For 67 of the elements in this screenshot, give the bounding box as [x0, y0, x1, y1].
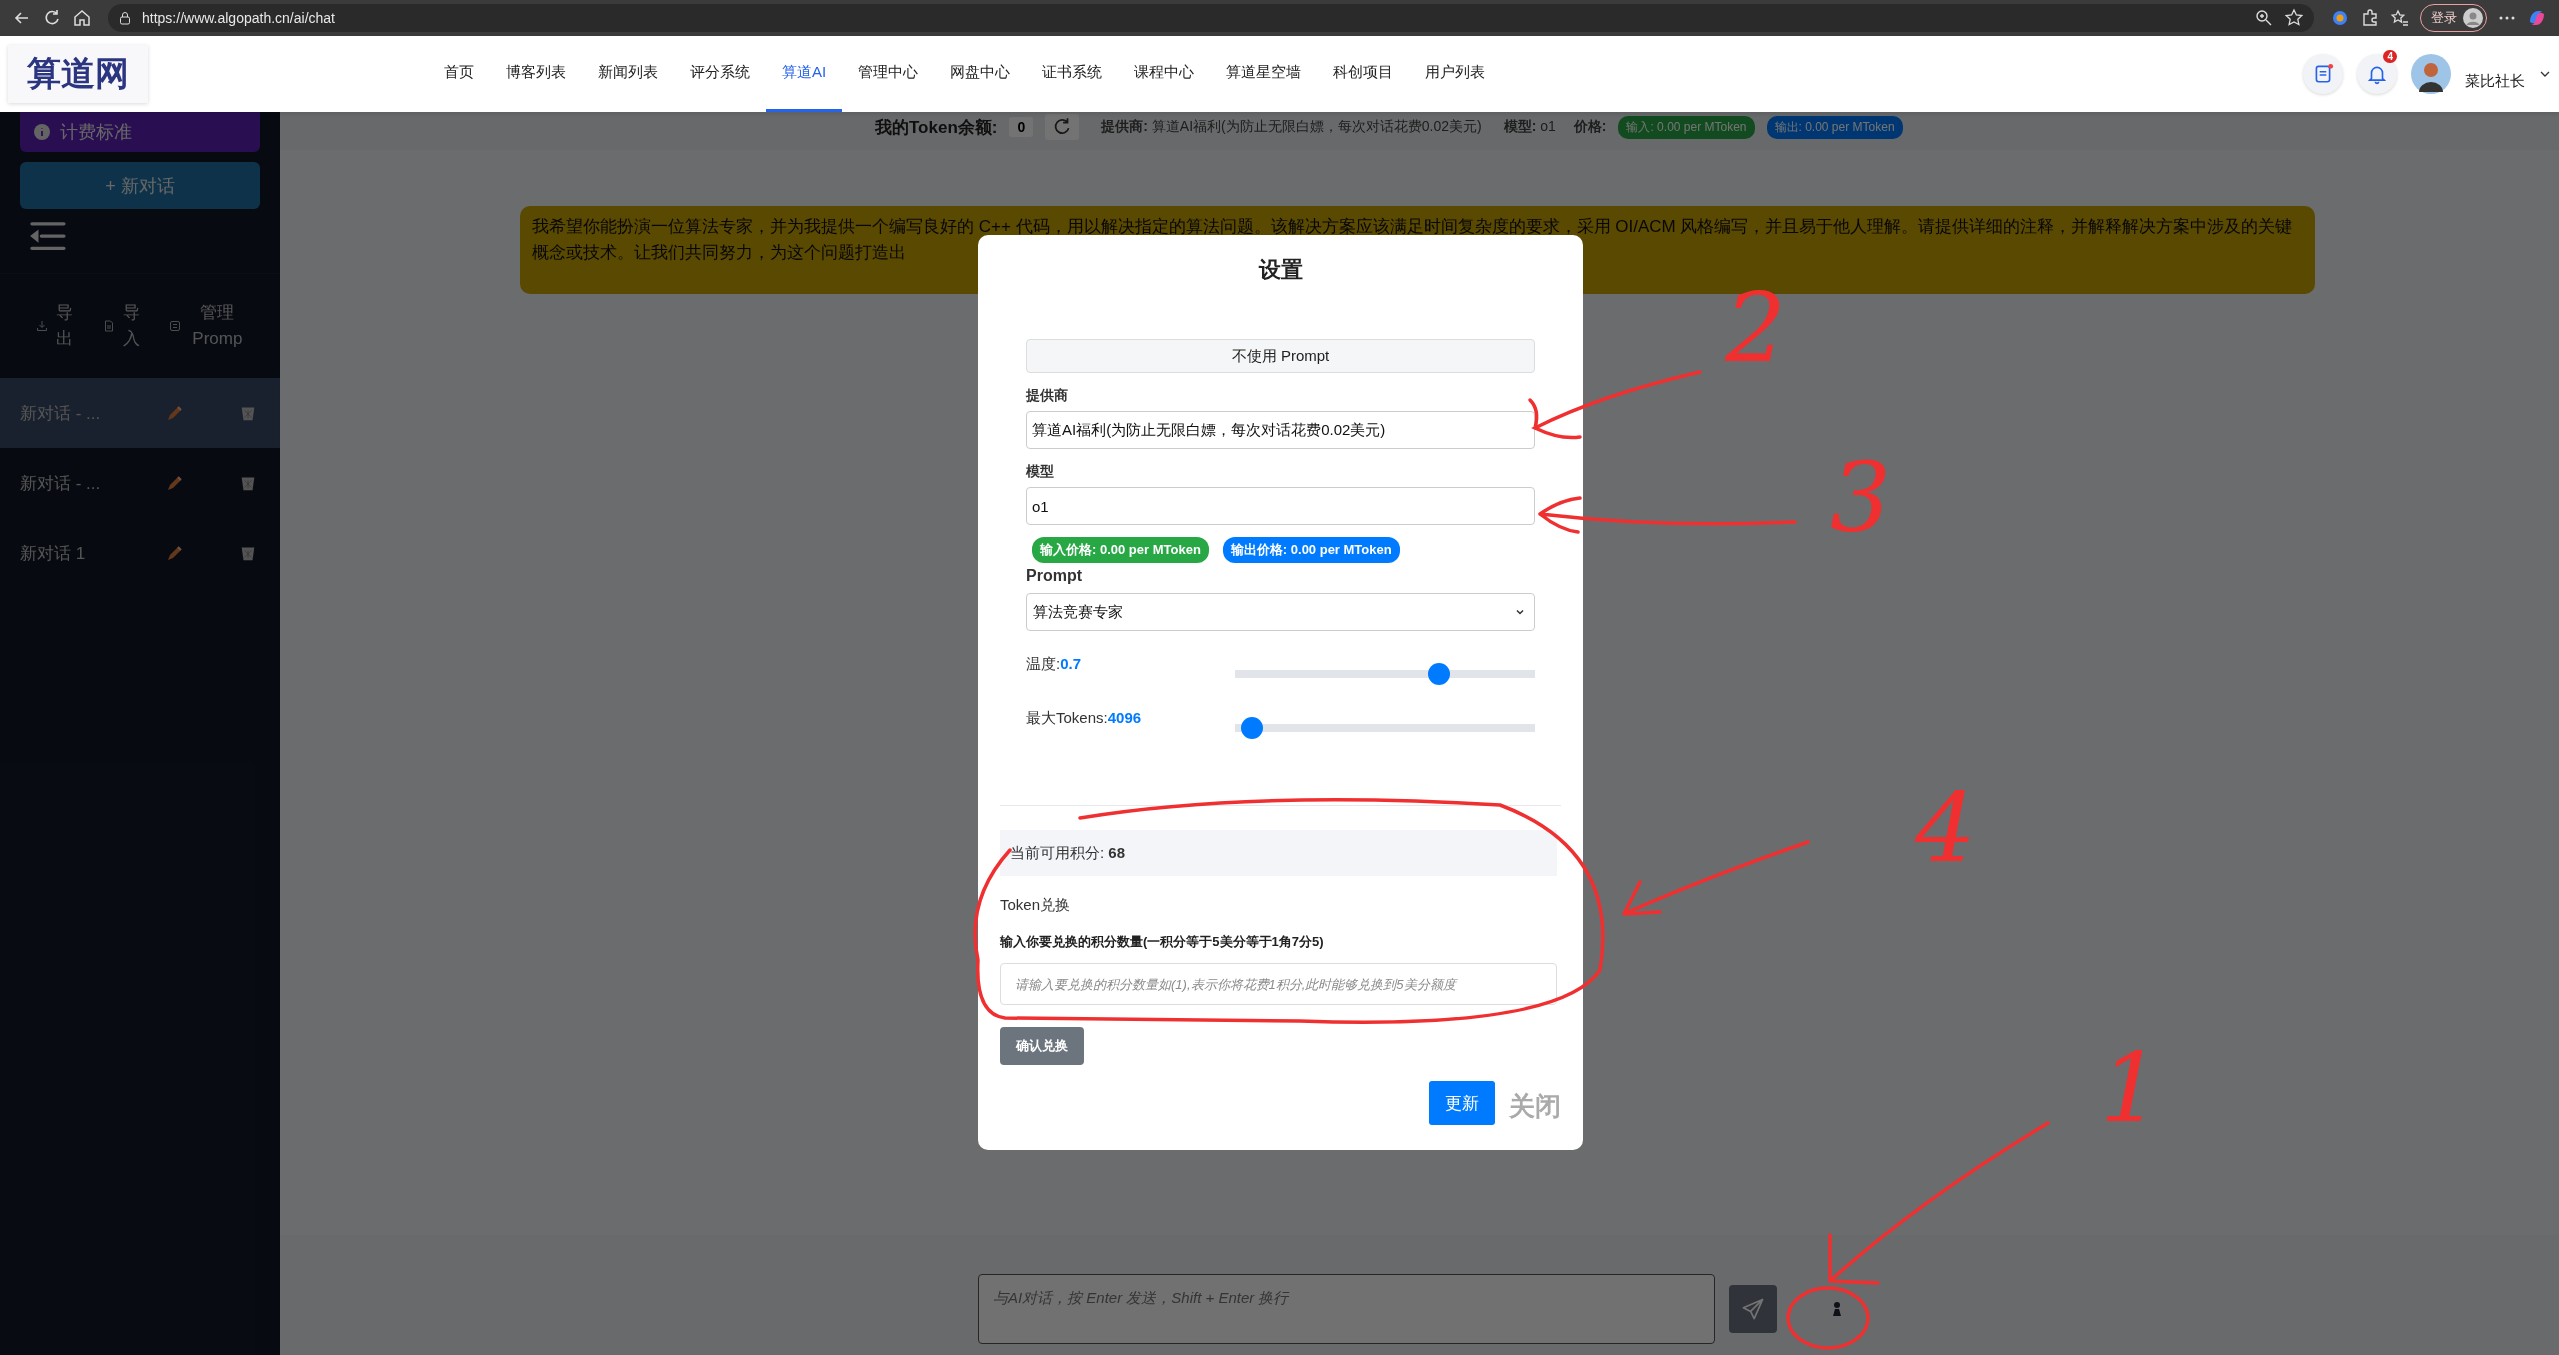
confirm-exchange-button[interactable]: 确认兑换 [1000, 1027, 1084, 1065]
slider-thumb[interactable] [1428, 663, 1450, 685]
copilot-icon[interactable] [2527, 8, 2547, 28]
user-avatar[interactable] [2411, 54, 2451, 94]
annotation-number: 1 [2100, 1040, 2162, 1136]
nav-tab[interactable]: 用户列表 [1409, 36, 1502, 112]
refresh-icon[interactable] [1045, 114, 1080, 140]
nav-tab[interactable]: 科创项目 [1317, 36, 1410, 112]
field-label: 提供商 [1026, 387, 1068, 405]
favorites-icon[interactable] [2390, 8, 2410, 28]
send-icon [1741, 1297, 1765, 1321]
prompt-toggle-button[interactable]: 不使用 Prompt [1026, 339, 1535, 373]
exchange-label: 输入你要兑换的积分数量(一积分等于5美分等于1角7分5) [1000, 933, 1324, 951]
profile-icon [2463, 8, 2483, 28]
exchange-title: Token兑换 [1000, 896, 1071, 915]
extension-icon[interactable] [2330, 8, 2350, 28]
price-badge: 输出价格: 0.00 per MToken [1222, 537, 1400, 563]
nav-tab[interactable]: 新闻列表 [582, 36, 674, 112]
slider-thumb[interactable] [1241, 717, 1263, 739]
price-label: 价格: [1573, 118, 1607, 136]
annotation-number: 4 [1915, 780, 1977, 876]
annotation-number: 3 [1830, 450, 1892, 546]
site-logo[interactable]: 算道网 [8, 45, 148, 103]
send-button[interactable] [1729, 1285, 1777, 1333]
points-text: 当前可用积分: 68 [1010, 843, 1126, 863]
field-label: 模型 [1026, 463, 1054, 481]
provider-field[interactable]: 算道AI福利(为防止无限白嫖，每次对话花费0.02美元) [1026, 411, 1535, 449]
puzzle-icon[interactable] [2360, 8, 2380, 28]
nav-tab[interactable]: 首页 [428, 36, 490, 112]
exchange-input[interactable]: 请输入要兑换的积分数量如(1),表示你将花费1积分,此时能够兑换到5美分额度 [1000, 963, 1557, 1005]
nav-tab[interactable]: 博客列表 [490, 36, 582, 112]
collapse-sidebar-icon[interactable] [28, 221, 66, 253]
nav-tab[interactable]: 课程中心 [1118, 36, 1211, 112]
update-button[interactable]: 更新 [1429, 1081, 1495, 1125]
figure-icon[interactable] [1831, 1301, 1843, 1317]
price-badge: 输入: 0.00 per MToken [1618, 115, 1755, 139]
notes-button[interactable] [2303, 54, 2343, 94]
lock-icon [118, 11, 132, 25]
home-icon[interactable] [72, 8, 92, 28]
nav-tab[interactable]: 证书系统 [1026, 36, 1119, 112]
address-bar[interactable]: https://www.algopath.cn/ai/chat [108, 4, 2314, 32]
info-icon [34, 124, 50, 140]
nav-tab[interactable]: 评分系统 [674, 36, 766, 112]
slider-label: 温度:0.7 [1026, 655, 1082, 674]
dialog-title: 设置 [1258, 256, 1303, 284]
balance-value: 0 [1009, 117, 1034, 137]
user-name[interactable]: 菜比社长 [2465, 71, 2525, 91]
login-button[interactable]: 登录 [2420, 4, 2487, 32]
nav-tab[interactable]: 管理中心 [842, 36, 935, 112]
file-icon[interactable] [102, 320, 115, 332]
price-badge: 输出: 0.00 per MToken [1766, 115, 1903, 139]
balance-label: 我的Token余额: [875, 116, 998, 139]
provider-info: 提供商: 算道AI福利(为防止无限白嫖，每次对话花费0.02美元) [1101, 118, 1482, 136]
nav-tab[interactable]: 网盘中心 [934, 36, 1027, 112]
model-info: 模型: o1 [1503, 118, 1556, 136]
star-icon[interactable] [2284, 8, 2304, 28]
model-field[interactable]: o1 [1026, 487, 1535, 525]
zoom-icon[interactable] [2254, 8, 2274, 28]
price-badge: 输入价格: 0.00 per MToken [1032, 537, 1209, 563]
field-label: Prompt [1026, 567, 1082, 585]
prompt-select[interactable]: 算法竞赛专家 [1026, 593, 1535, 631]
download-icon[interactable] [36, 320, 48, 332]
slider-label: 最大Tokens:4096 [1026, 709, 1142, 728]
nav-tab[interactable]: 算道星空墙 [1210, 36, 1318, 112]
chat-input[interactable]: 与AI对话，按 Enter 发送，Shift + Enter 换行 [978, 1274, 1715, 1344]
notification-badge: 4 [2383, 50, 2397, 63]
list-icon[interactable] [169, 320, 182, 332]
